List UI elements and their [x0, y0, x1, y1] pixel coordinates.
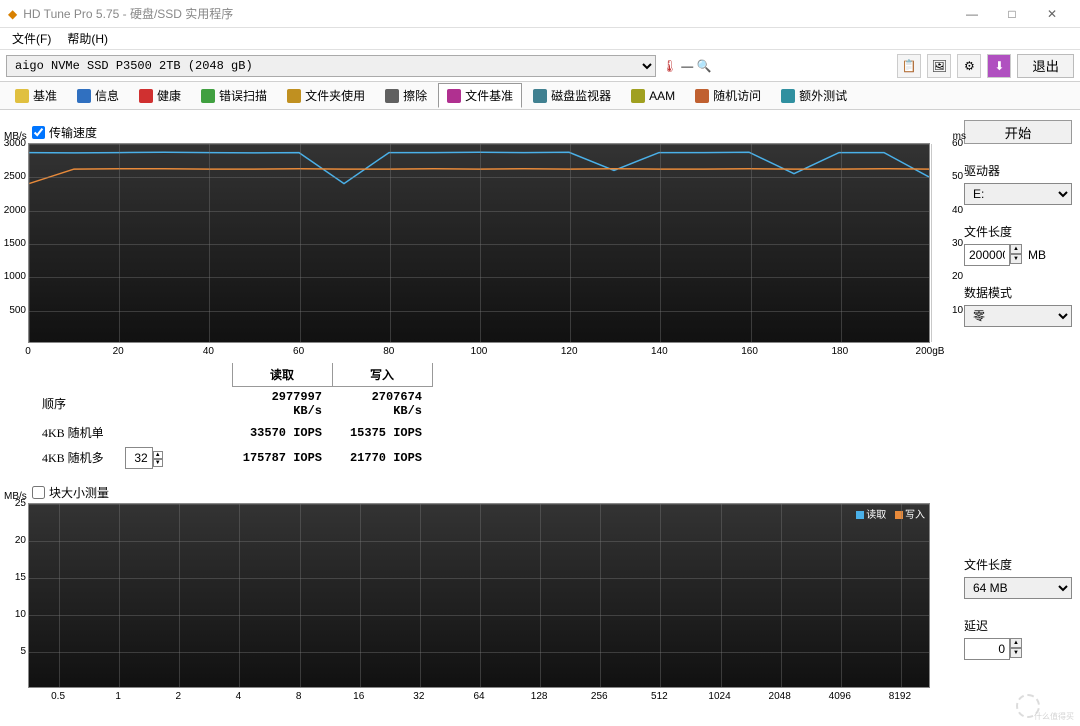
side-panel: 开始 驱动器 E: 文件长度 ▲▼ MB 数据模式 零 文件长度 64 MB 延…	[956, 120, 1072, 688]
menu-file[interactable]: 文件(F)	[4, 28, 59, 49]
app-icon: ◆	[8, 7, 17, 21]
result-row: 4KB 随机单33570 IOPS15375 IOPS	[32, 421, 432, 444]
delay-spinner[interactable]: ▲▼	[1010, 638, 1022, 660]
tab-AAM[interactable]: AAM	[622, 85, 684, 107]
tab-icon	[781, 89, 795, 103]
blocksize-checkbox[interactable]	[32, 486, 45, 499]
datamode-select[interactable]: 零	[964, 305, 1072, 327]
window-title: HD Tune Pro 5.75 - 硬盘/SSD 实用程序	[23, 5, 233, 22]
tab-额外测试[interactable]: 额外测试	[772, 83, 856, 108]
close-button[interactable]: ✕	[1032, 7, 1072, 21]
tab-bar: 基准信息健康错误扫描文件夹使用擦除文件基准磁盘监视器AAM随机访问额外测试	[0, 82, 1080, 110]
chart2-legend: 读取 写入	[850, 506, 925, 521]
tab-icon	[287, 89, 301, 103]
blocksize-label: 块大小测量	[49, 484, 109, 501]
tab-icon	[201, 89, 215, 103]
menubar: 文件(F) 帮助(H)	[0, 28, 1080, 50]
filelen-spinner[interactable]: ▲▼	[1010, 244, 1022, 266]
delay-label: 延迟	[964, 617, 1072, 634]
settings-button[interactable]: ⚙	[957, 54, 981, 78]
tab-信息[interactable]: 信息	[68, 83, 128, 108]
driver-select[interactable]: E:	[964, 183, 1072, 205]
tab-健康[interactable]: 健康	[130, 83, 190, 108]
minimize-button[interactable]: —	[952, 7, 992, 21]
screenshot-button[interactable]: 🖼	[927, 54, 951, 78]
result-row: 4KB 随机多 ▲▼175787 IOPS21770 IOPS	[32, 444, 432, 472]
start-button[interactable]: 开始	[964, 120, 1072, 144]
tab-随机访问[interactable]: 随机访问	[686, 83, 770, 108]
tab-icon	[77, 89, 91, 103]
tab-磁盘监视器[interactable]: 磁盘监视器	[524, 83, 620, 108]
toolbar: aigo NVMe SSD P3500 2TB (2048 gB) 🌡 — 🔍 …	[0, 50, 1080, 82]
tab-icon	[15, 89, 29, 103]
delay-input[interactable]	[964, 638, 1010, 660]
filelen2-select[interactable]: 64 MB	[964, 577, 1072, 599]
filelen2-label: 文件长度	[964, 556, 1072, 573]
tab-icon	[447, 89, 461, 103]
blocksize-chart: 读取 写入	[28, 503, 930, 688]
filelen-input[interactable]	[964, 244, 1010, 266]
filelen-label: 文件长度	[964, 223, 1072, 240]
tab-文件基准[interactable]: 文件基准	[438, 83, 522, 108]
tab-icon	[139, 89, 153, 103]
results-table: 读取 写入 顺序2977997 KB/s2707674 KB/s4KB 随机单3…	[32, 363, 956, 472]
col-read: 读取	[232, 363, 332, 387]
tab-icon	[631, 89, 645, 103]
thermometer-icon: 🌡	[662, 59, 677, 73]
tab-错误扫描[interactable]: 错误扫描	[192, 83, 276, 108]
driver-label: 驱动器	[964, 162, 1072, 179]
temperature-gauge: 🌡 — 🔍	[662, 59, 712, 73]
menu-help[interactable]: 帮助(H)	[59, 28, 116, 49]
watermark: 什么值得买	[1014, 694, 1074, 722]
tab-icon	[533, 89, 547, 103]
tab-文件夹使用[interactable]: 文件夹使用	[278, 83, 374, 108]
transfer-checkbox[interactable]	[32, 126, 45, 139]
tab-擦除[interactable]: 擦除	[376, 83, 436, 108]
transfer-chart	[28, 143, 930, 343]
col-write: 写入	[332, 363, 432, 387]
copy-button[interactable]: 📋	[897, 54, 921, 78]
exit-button[interactable]: 退出	[1017, 54, 1074, 78]
tab-基准[interactable]: 基准	[6, 83, 66, 108]
save-button[interactable]: ⬇	[987, 54, 1011, 78]
drive-select[interactable]: aigo NVMe SSD P3500 2TB (2048 gB)	[6, 55, 656, 77]
transfer-label: 传输速度	[49, 124, 97, 141]
window-titlebar: ◆ HD Tune Pro 5.75 - 硬盘/SSD 实用程序 — □ ✕	[0, 0, 1080, 28]
queue-depth-input[interactable]	[125, 447, 153, 469]
datamode-label: 数据模式	[964, 284, 1072, 301]
result-row: 顺序2977997 KB/s2707674 KB/s	[32, 387, 432, 422]
maximize-button[interactable]: □	[992, 7, 1032, 21]
tab-icon	[695, 89, 709, 103]
tab-icon	[385, 89, 399, 103]
